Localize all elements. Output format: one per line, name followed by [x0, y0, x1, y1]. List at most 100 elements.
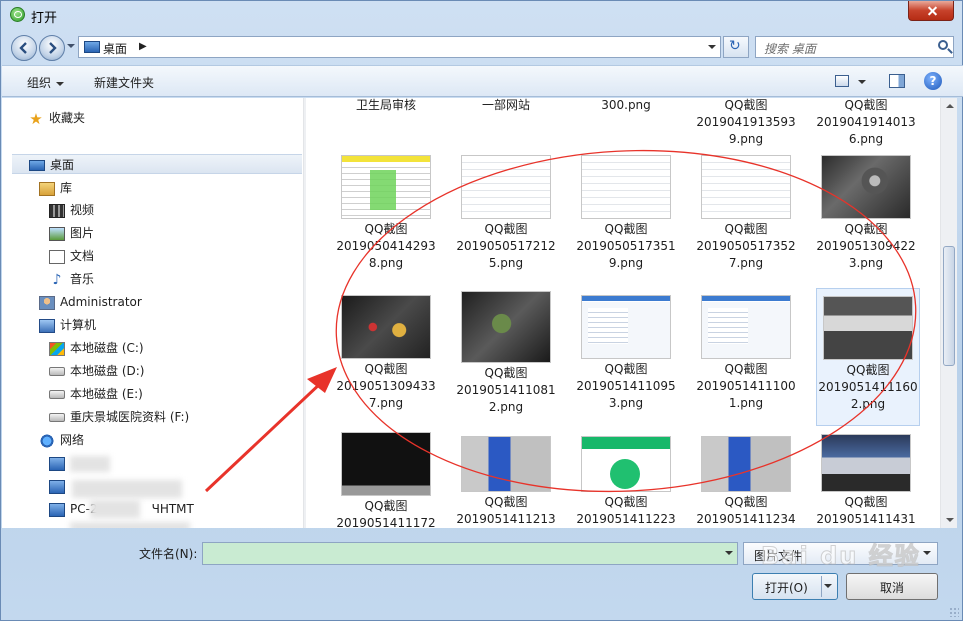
- filename-input[interactable]: [202, 542, 738, 565]
- redacted-block: [70, 456, 110, 472]
- nav-item-drive-f[interactable]: 重庆景城医院资料 (F:): [49, 407, 189, 427]
- title-bar[interactable]: 打开: [1, 1, 962, 31]
- library-icon: [39, 181, 55, 196]
- nav-item-network-pc[interactable]: [49, 476, 70, 496]
- nav-label: 本地磁盘 (E:): [70, 387, 143, 401]
- file-name: 300.png: [601, 98, 651, 112]
- scroll-down-icon[interactable]: [941, 512, 958, 528]
- file-item[interactable]: QQ截图 2019041913593 9.png: [688, 98, 804, 148]
- file-item-selected[interactable]: QQ截图 2019051411160 2.png: [816, 288, 920, 426]
- nav-label: 音乐: [70, 272, 95, 286]
- file-name: QQ截图 2019051411100 1.png: [696, 362, 796, 410]
- open-file-dialog: 打开 桌面 ▶ ↻ 搜索 桌面 组织 新建文件夹 ? ★ 收藏夹 桌面 库 视频…: [0, 0, 963, 621]
- file-item[interactable]: QQ截图 2019051411431: [808, 434, 924, 528]
- resize-grip-icon[interactable]: [949, 607, 959, 617]
- window-title: 打开: [31, 11, 58, 26]
- file-item[interactable]: QQ截图 2019051309422 3.png: [808, 155, 924, 272]
- file-name: QQ截图 2019051411081 2.png: [456, 366, 556, 414]
- nav-item-pictures[interactable]: 图片: [49, 223, 94, 243]
- file-item[interactable]: QQ截图 2019051411100 1.png: [688, 295, 804, 412]
- nav-item-desktop[interactable]: 桌面: [12, 154, 302, 174]
- address-dropdown-icon[interactable]: [708, 45, 716, 49]
- nav-item-videos[interactable]: 视频: [49, 200, 94, 220]
- refresh-button[interactable]: ↻: [723, 36, 749, 58]
- nav-label: 计算机: [60, 318, 97, 332]
- nav-label: Administrator: [60, 295, 142, 309]
- file-item[interactable]: QQ截图 2019050517212 5.png: [448, 155, 564, 272]
- nav-label: 库: [60, 181, 73, 195]
- redacted-block: [72, 480, 182, 498]
- scroll-thumb[interactable]: [943, 246, 955, 366]
- file-name: QQ截图 2019051411431: [816, 495, 916, 526]
- file-item[interactable]: QQ截图 2019051411223: [568, 436, 684, 528]
- chevron-down-icon[interactable]: [923, 551, 931, 555]
- address-bar[interactable]: 桌面 ▶: [78, 36, 721, 58]
- file-item[interactable]: QQ截图 2019051309433 7.png: [328, 295, 444, 412]
- nav-item-drive-c[interactable]: 本地磁盘 (C:): [49, 338, 144, 358]
- file-scrollbar[interactable]: [940, 98, 957, 528]
- image-thumbnail: [341, 155, 431, 219]
- drive-icon: [49, 390, 65, 399]
- file-name: QQ截图 2019050414293 8.png: [336, 222, 436, 270]
- file-item[interactable]: QQ截图 2019051411172: [328, 432, 444, 528]
- address-location[interactable]: 桌面: [103, 40, 127, 57]
- nav-item-user[interactable]: Administrator: [39, 292, 142, 312]
- cancel-button[interactable]: 取消: [846, 573, 938, 600]
- nav-item-libraries[interactable]: 库: [39, 178, 72, 198]
- help-icon[interactable]: ?: [924, 72, 942, 90]
- back-button[interactable]: [11, 35, 37, 61]
- desktop-icon: [84, 41, 100, 53]
- nav-item-drive-e[interactable]: 本地磁盘 (E:): [49, 384, 143, 404]
- file-name: QQ截图 2019051411234: [696, 495, 796, 526]
- organize-button[interactable]: 组织: [27, 74, 64, 91]
- preview-pane-icon[interactable]: [889, 74, 905, 88]
- pictures-icon: [49, 226, 65, 241]
- nav-item-documents[interactable]: 文档: [49, 246, 94, 266]
- filename-label: 文件名(N):: [139, 547, 198, 561]
- view-icon[interactable]: [835, 75, 849, 87]
- close-button[interactable]: [908, 1, 954, 21]
- chevron-down-icon[interactable]: [725, 551, 733, 555]
- search-input[interactable]: 搜索 桌面: [755, 36, 954, 58]
- forward-button[interactable]: [39, 35, 65, 61]
- nav-item-network-pc[interactable]: [49, 453, 70, 473]
- drive-icon: [49, 413, 65, 422]
- scroll-up-icon[interactable]: [941, 98, 958, 114]
- file-item[interactable]: 卫生局审核: [328, 98, 444, 114]
- redacted-block: [90, 500, 140, 518]
- nav-item-music[interactable]: ♪ 音乐: [49, 269, 94, 289]
- file-item[interactable]: QQ截图 2019050517351 9.png: [568, 155, 684, 272]
- file-name: 卫生局审核: [355, 98, 416, 112]
- view-dropdown-icon[interactable]: [858, 80, 866, 84]
- file-item[interactable]: QQ截图 2019051411234: [688, 436, 804, 528]
- file-item[interactable]: 300.png: [568, 98, 684, 114]
- image-thumbnail: [701, 295, 791, 359]
- file-item[interactable]: QQ截图 2019051411081 2.png: [448, 291, 564, 416]
- file-item[interactable]: QQ截图 2019051411095 3.png: [568, 295, 684, 412]
- nav-label: 图片: [70, 226, 95, 240]
- desktop-icon: [29, 160, 45, 171]
- file-name: QQ截图 2019051309422 3.png: [816, 222, 916, 270]
- nav-item-network[interactable]: 网络: [39, 430, 84, 450]
- breadcrumb-arrow-icon[interactable]: ▶: [139, 41, 147, 52]
- document-icon: [49, 249, 65, 264]
- file-item[interactable]: QQ截图 2019051411213: [448, 436, 564, 528]
- nav-item-drive-d[interactable]: 本地磁盘 (D:): [49, 361, 144, 381]
- pc-icon: [49, 502, 65, 517]
- nav-item-computer[interactable]: 计算机: [39, 315, 96, 335]
- file-item[interactable]: QQ截图 2019041914013 6.png: [808, 98, 924, 148]
- refresh-icon: ↻: [729, 38, 741, 54]
- open-button[interactable]: 打开(O): [752, 573, 838, 600]
- recent-locations-dropdown[interactable]: [67, 44, 75, 48]
- nav-item-favorites[interactable]: ★ 收藏夹: [28, 108, 85, 128]
- nav-label: ЧНТМТ: [151, 502, 194, 516]
- file-item[interactable]: 一部网站: [448, 98, 564, 114]
- file-item[interactable]: QQ截图 2019050414293 8.png: [328, 155, 444, 272]
- file-name: QQ截图 2019051411172: [336, 499, 436, 528]
- file-name: QQ截图 2019051309433 7.png: [336, 362, 436, 410]
- new-folder-button[interactable]: 新建文件夹: [94, 74, 154, 91]
- open-options-dropdown-icon[interactable]: [824, 584, 832, 588]
- file-item[interactable]: QQ截图 2019050517352 7.png: [688, 155, 804, 272]
- pc-icon: [49, 456, 65, 471]
- search-icon[interactable]: [938, 40, 948, 50]
